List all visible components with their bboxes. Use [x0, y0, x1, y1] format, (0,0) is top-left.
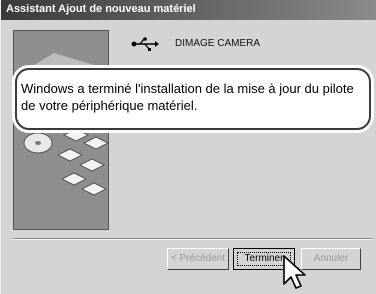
cancel-button[interactable]: Annuler [301, 248, 361, 270]
cd-disc-icon [23, 132, 53, 154]
device-name: DIMAGE CAMERA [175, 38, 261, 49]
wizard-side-illustration [13, 30, 109, 230]
window-title: Assistant Ajout de nouveau matériel [6, 3, 196, 15]
message-line-1: Windows a terminé l'installation de la m… [21, 81, 354, 96]
button-separator [13, 238, 373, 240]
wizard-window: Assistant Ajout de nouveau matériel DIMA… [0, 0, 376, 294]
title-bar[interactable]: Assistant Ajout de nouveau matériel [1, 0, 376, 20]
completion-message: Windows a terminé l'installation de la m… [21, 80, 371, 114]
usb-icon [131, 37, 159, 51]
message-line-2: de votre périphérique matériel. [21, 98, 198, 113]
back-button[interactable]: < Précédent [167, 248, 229, 270]
mouse-pointer-icon [283, 255, 306, 289]
